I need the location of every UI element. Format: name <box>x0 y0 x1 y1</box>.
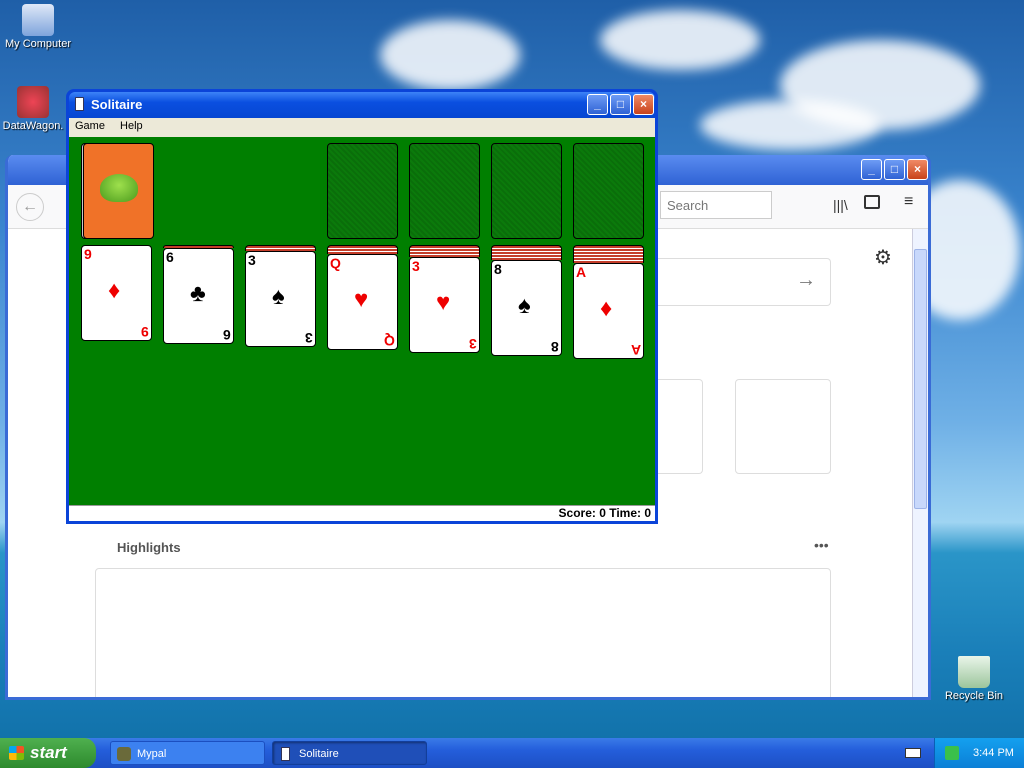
gear-icon[interactable]: ⚙ <box>874 245 892 270</box>
solitaire-icon <box>281 747 290 761</box>
network-icon[interactable] <box>945 746 959 760</box>
window-title: Solitaire <box>91 97 143 112</box>
clock[interactable]: 3:44 PM <box>973 747 1014 759</box>
card-rank: 3 <box>469 336 477 352</box>
card-rank: Q <box>330 255 341 271</box>
playing-card[interactable]: 8 ♠ 8 <box>491 260 562 356</box>
top-site-tile[interactable] <box>735 379 831 474</box>
frog-icon <box>100 174 138 202</box>
recycle-bin-icon <box>958 656 990 688</box>
minimize-button[interactable]: _ <box>587 94 608 115</box>
foundation-slot[interactable] <box>491 143 562 239</box>
playing-card[interactable]: A ♦ A <box>573 263 644 359</box>
start-button[interactable]: start <box>0 738 96 768</box>
task-label: Solitaire <box>299 748 339 760</box>
menu-bar: Game Help <box>69 118 655 137</box>
windows-logo-icon <box>9 746 24 760</box>
solitaire-window: Solitaire _ □ × Game Help 9 ♦ 9 6 ♣ 6 3 ♠ 3 Q ♥ Q 3 ♥… <box>66 89 658 524</box>
system-tray: 3:44 PM <box>934 738 1024 768</box>
face-down-cards <box>409 245 480 257</box>
sidebar-icon[interactable] <box>864 195 880 209</box>
card-rank: 6 <box>166 249 174 265</box>
close-button[interactable]: × <box>633 94 654 115</box>
card-rank: 9 <box>141 324 149 340</box>
desktop-icon-label: DataWagon. <box>2 120 64 132</box>
score-time: Score: 0 Time: 0 <box>558 506 651 520</box>
card-suit-icon: ♥ <box>354 286 369 313</box>
menu-icon[interactable]: ≡ <box>904 193 913 211</box>
card-suit-icon: ♥ <box>436 289 451 316</box>
maximize-button[interactable]: □ <box>884 159 905 180</box>
highlights-panel <box>95 568 831 697</box>
task-label: Mypal <box>137 748 167 760</box>
card-rank: 3 <box>305 330 313 346</box>
card-rank: 3 <box>412 258 420 274</box>
library-icon[interactable]: |||\ <box>833 197 848 213</box>
foundation-slot[interactable] <box>327 143 398 239</box>
more-options-button[interactable]: ••• <box>814 537 829 553</box>
search-input[interactable]: Search <box>660 191 772 219</box>
playing-card[interactable]: 3 ♥ 3 <box>409 257 480 353</box>
card-suit-icon: ♦ <box>108 277 121 304</box>
menu-game[interactable]: Game <box>69 118 111 132</box>
playing-card[interactable]: Q ♥ Q <box>327 254 398 350</box>
desktop-icon-datawagon[interactable]: DataWagon. <box>0 86 70 132</box>
highlights-title: Highlights <box>117 540 181 555</box>
close-button[interactable]: × <box>907 159 928 180</box>
back-button[interactable]: ← <box>16 193 44 221</box>
menu-help[interactable]: Help <box>114 118 149 132</box>
card-rank: 8 <box>551 339 559 355</box>
taskbar-item-mypal[interactable]: Mypal <box>110 741 265 765</box>
card-rank: 8 <box>494 261 502 277</box>
card-rank: 6 <box>223 327 231 343</box>
status-bar: Score: 0 Time: 0 <box>69 505 655 521</box>
solitaire-titlebar[interactable]: Solitaire _ □ × <box>69 92 655 118</box>
playing-card[interactable]: 9 ♦ 9 <box>81 245 152 341</box>
card-rank: Q <box>384 333 395 349</box>
taskbar: start Mypal Solitaire 3:44 PM <box>0 738 1024 768</box>
desktop-icon-label: My Computer <box>4 38 72 50</box>
stock-pile[interactable] <box>81 143 155 239</box>
foundation-slot[interactable] <box>573 143 644 239</box>
card-suit-icon: ♦ <box>600 295 613 322</box>
scrollbar-thumb[interactable] <box>914 249 927 509</box>
desktop-icon-recycle-bin[interactable]: Recycle Bin <box>937 656 1011 702</box>
scrollbar[interactable] <box>912 229 928 697</box>
desktop-icon-label: Recycle Bin <box>944 690 1004 702</box>
card-rank: 9 <box>84 246 92 262</box>
card-suit-icon: ♠ <box>272 283 285 310</box>
mypal-icon <box>117 747 131 761</box>
start-label: start <box>30 743 67 762</box>
my-computer-icon <box>22 4 54 36</box>
playing-card[interactable]: 6 ♣ 6 <box>163 248 234 344</box>
desktop-icon-my-computer[interactable]: My Computer <box>1 4 75 50</box>
playing-card[interactable]: 3 ♠ 3 <box>245 251 316 347</box>
foundation-slot[interactable] <box>409 143 480 239</box>
game-table: 9 ♦ 9 6 ♣ 6 3 ♠ 3 Q ♥ Q 3 ♥ 3 8 ♠ 8 A ♦ A <box>69 137 655 505</box>
keyboard-icon[interactable] <box>905 748 921 758</box>
search-placeholder: Search <box>667 198 709 213</box>
datawagon-shortcut-icon <box>17 86 49 118</box>
card-back <box>83 143 154 239</box>
card-rank: A <box>576 264 587 280</box>
maximize-button[interactable]: □ <box>610 94 631 115</box>
card-suit-icon: ♣ <box>190 280 206 307</box>
card-rank: A <box>630 342 641 358</box>
card-suit-icon: ♠ <box>518 292 531 319</box>
taskbar-item-solitaire[interactable]: Solitaire <box>272 741 427 765</box>
face-down-cards <box>573 245 644 263</box>
minimize-button[interactable]: _ <box>861 159 882 180</box>
solitaire-app-icon <box>75 97 84 111</box>
face-down-cards <box>327 245 398 254</box>
card-rank: 3 <box>248 252 256 268</box>
arrow-right-icon[interactable]: → <box>796 269 816 292</box>
face-down-cards <box>491 245 562 260</box>
